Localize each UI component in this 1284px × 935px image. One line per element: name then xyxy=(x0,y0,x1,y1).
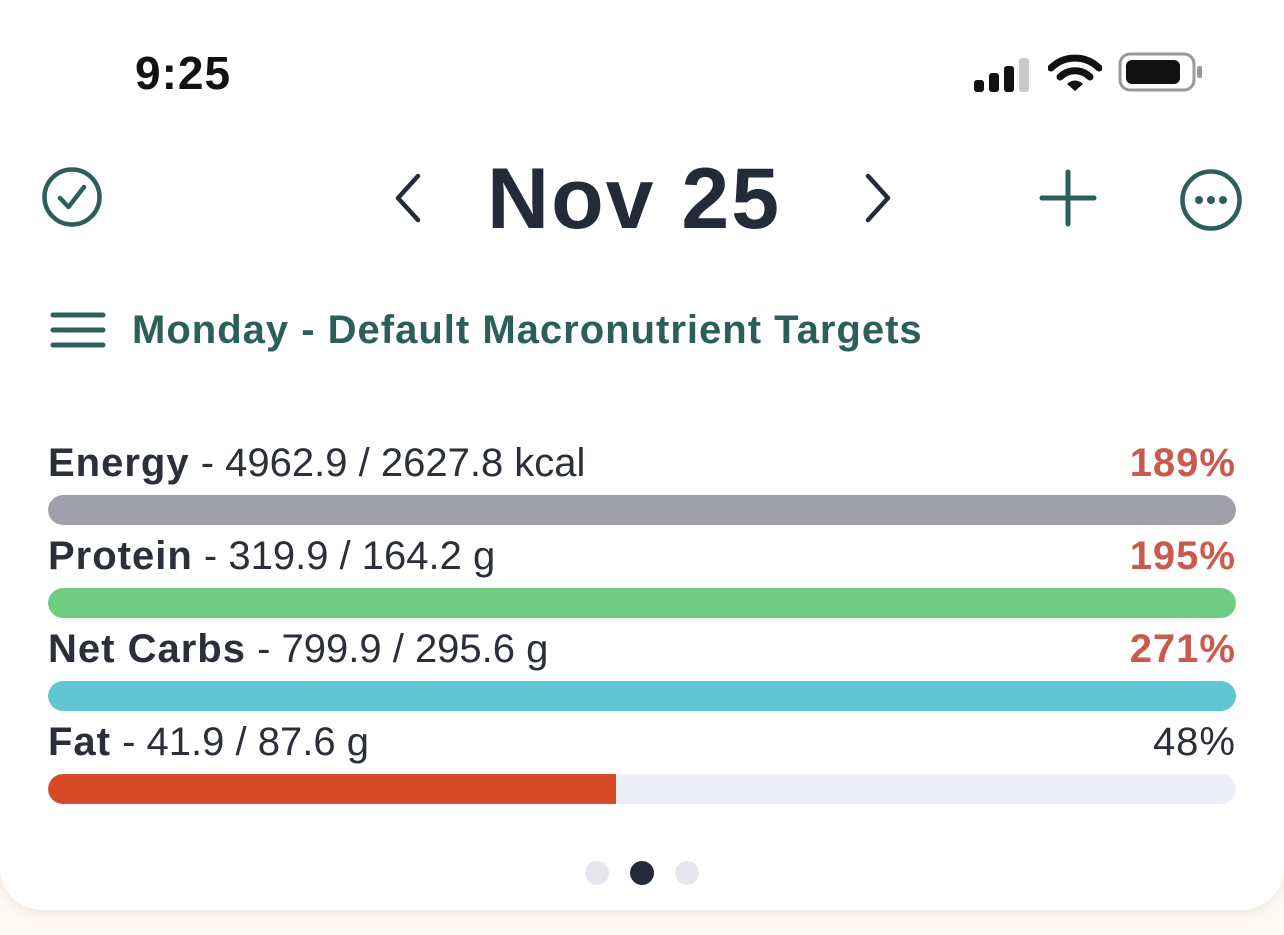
macro-line: Net Carbs - 799.9 / 295.6 g 271% xyxy=(48,621,1236,677)
next-day-button[interactable] xyxy=(858,170,898,226)
complete-day-button[interactable] xyxy=(41,166,103,228)
page-dot[interactable] xyxy=(585,861,609,885)
macro-name: Protein xyxy=(48,533,193,578)
macro-percent: 195% xyxy=(1129,533,1236,578)
macro-percent: 189% xyxy=(1129,440,1236,485)
macro-row-net-carbs[interactable]: Net Carbs - 799.9 / 295.6 g 271% xyxy=(48,621,1236,711)
macro-label: Protein - 319.9 / 164.2 g xyxy=(48,534,495,579)
macro-line: Protein - 319.9 / 164.2 g 195% xyxy=(48,528,1236,584)
macro-line: Fat - 41.9 / 87.6 g 48% xyxy=(48,714,1236,770)
macro-name: Energy xyxy=(48,440,190,485)
chevron-right-icon xyxy=(865,173,891,223)
macro-name: Net Carbs xyxy=(48,626,246,671)
checkmark-circle-icon xyxy=(42,167,102,227)
macro-amount: - 41.9 / 87.6 g xyxy=(111,719,369,764)
targets-selector[interactable]: Monday - Default Macronutrient Targets xyxy=(50,300,923,360)
macro-row-energy[interactable]: Energy - 4962.9 / 2627.8 kcal 189% xyxy=(48,435,1236,525)
progress-fill xyxy=(48,495,1236,525)
macro-summary-card: 9:25 Nov 25 Monday - Default Macronutrie… xyxy=(0,0,1284,910)
more-options-button[interactable] xyxy=(1179,168,1243,232)
macro-label: Energy - 4962.9 / 2627.8 kcal xyxy=(48,441,585,486)
macro-row-fat[interactable]: Fat - 41.9 / 87.6 g 48% xyxy=(48,714,1236,804)
macro-row-protein[interactable]: Protein - 319.9 / 164.2 g 195% xyxy=(48,528,1236,618)
macro-percent: 271% xyxy=(1129,626,1236,671)
add-entry-button[interactable] xyxy=(1038,168,1098,228)
macro-amount: - 319.9 / 164.2 g xyxy=(192,533,496,578)
previous-day-button[interactable] xyxy=(388,170,428,226)
macro-name: Fat xyxy=(48,719,111,764)
status-time: 9:25 xyxy=(135,47,232,99)
macro-percent: 48% xyxy=(1152,719,1236,764)
progress-bar xyxy=(48,495,1236,525)
macro-amount: - 4962.9 / 2627.8 kcal xyxy=(189,440,586,485)
wifi-icon xyxy=(1048,54,1102,91)
page-dot[interactable] xyxy=(630,861,654,885)
progress-bar xyxy=(48,774,1236,804)
macro-label: Net Carbs - 799.9 / 295.6 g xyxy=(48,627,548,672)
cellular-signal-icon xyxy=(974,58,1029,92)
date-title[interactable]: Nov 25 xyxy=(487,150,781,249)
ellipsis-circle-icon xyxy=(1180,169,1242,231)
targets-label: Monday - Default Macronutrient Targets xyxy=(132,307,923,352)
macro-line: Energy - 4962.9 / 2627.8 kcal 189% xyxy=(48,435,1236,491)
progress-fill xyxy=(48,681,1236,711)
plus-icon xyxy=(1039,169,1097,227)
page-indicator[interactable] xyxy=(585,861,699,885)
chevron-left-icon xyxy=(395,173,421,223)
page-dot[interactable] xyxy=(675,861,699,885)
battery-icon xyxy=(1118,52,1202,92)
progress-bar xyxy=(48,681,1236,711)
macro-label: Fat - 41.9 / 87.6 g xyxy=(48,720,369,765)
progress-fill xyxy=(48,588,1236,618)
macro-amount: - 799.9 / 295.6 g xyxy=(245,626,549,671)
progress-fill xyxy=(48,774,616,804)
progress-bar xyxy=(48,588,1236,618)
hamburger-menu-icon xyxy=(50,312,106,348)
